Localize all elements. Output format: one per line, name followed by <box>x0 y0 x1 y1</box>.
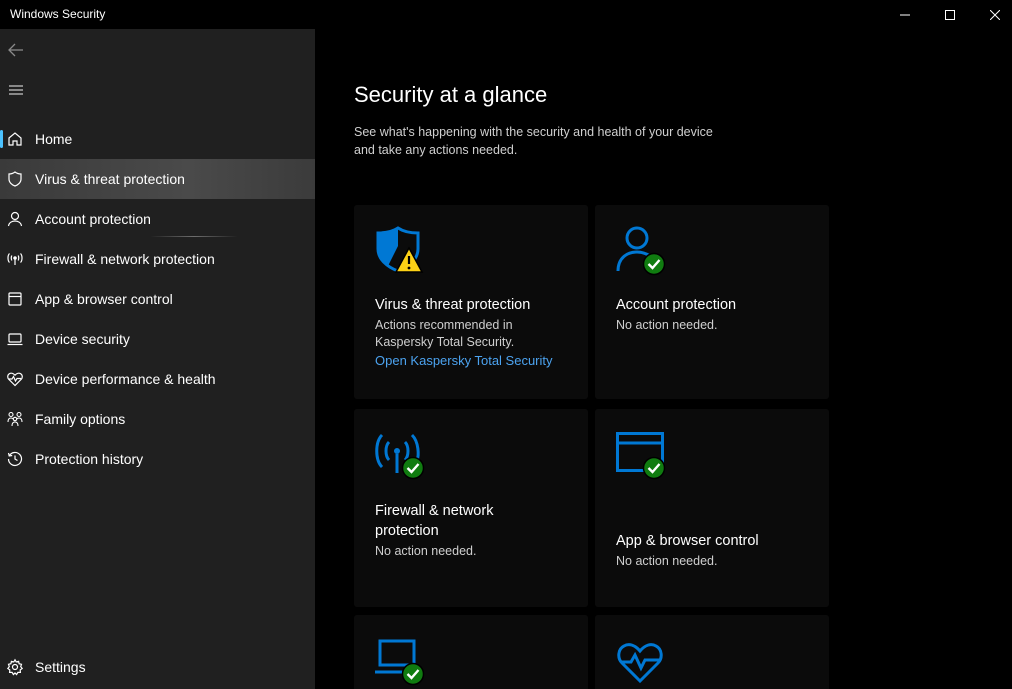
page-subtitle-line: and take any actions needed. <box>354 143 518 157</box>
card-virus-threat-protection[interactable]: Virus & threat protection Actions recomm… <box>354 205 588 399</box>
person-check-icon <box>616 226 666 276</box>
close-icon <box>990 9 1000 20</box>
sidebar-item-label: Device security <box>35 331 130 347</box>
card-device-security[interactable] <box>354 615 588 689</box>
app-window-icon <box>8 292 22 306</box>
heart-pulse-icon <box>617 643 663 684</box>
sidebar-item-app-browser-control[interactable]: App & browser control <box>0 279 315 319</box>
home-icon <box>8 132 22 146</box>
main-content: Security at a glance See what's happenin… <box>315 29 1012 689</box>
card-title: Virus & threat protection <box>375 297 531 313</box>
shield-warning-icon <box>376 226 424 273</box>
sidebar-item-virus-threat-protection[interactable]: Virus & threat protection <box>0 159 315 199</box>
card-desc: No action needed. <box>616 318 718 332</box>
card-desc: Actions recommended in <box>375 318 513 332</box>
hamburger-menu-icon <box>9 85 23 95</box>
card-title: Account protection <box>616 297 737 313</box>
antenna-icon <box>7 253 23 265</box>
sidebar-item-label: Account protection <box>35 211 151 227</box>
sidebar-item-firewall-network[interactable]: Firewall & network protection <box>0 239 315 279</box>
laptop-check-icon <box>375 639 425 686</box>
back-arrow-icon <box>8 43 23 57</box>
card-desc: No action needed. <box>375 544 477 558</box>
card-title: Firewall & network <box>375 503 494 519</box>
menu-button[interactable] <box>4 78 28 102</box>
sidebar-item-device-security[interactable]: Device security <box>0 319 315 359</box>
person-icon <box>7 211 23 227</box>
card-title: protection <box>375 523 439 539</box>
window-title: Windows Security <box>10 7 106 21</box>
title-bar: Windows Security <box>0 0 1012 29</box>
open-kaspersky-link[interactable]: Open Kaspersky Total Security <box>375 353 553 368</box>
maximize-button[interactable] <box>927 0 973 29</box>
sidebar-item-label: App & browser control <box>35 291 173 307</box>
sidebar-item-label: Firewall & network protection <box>35 251 215 267</box>
page-subtitle: See what's happening with the security a… <box>354 123 754 159</box>
gear-icon <box>6 658 24 676</box>
heart-icon <box>7 372 23 387</box>
close-button[interactable] <box>972 0 1012 29</box>
back-button[interactable] <box>4 38 28 62</box>
sidebar-item-protection-history[interactable]: Protection history <box>0 439 315 479</box>
history-icon <box>7 451 23 467</box>
sidebar-item-family-options[interactable]: Family options <box>0 399 315 439</box>
sidebar-item-label: Device performance & health <box>35 371 216 387</box>
page-title: Security at a glance <box>354 82 548 107</box>
card-firewall-network-protection[interactable]: Firewall & network protection No action … <box>354 409 588 607</box>
sidebar-item-label: Protection history <box>35 451 144 467</box>
minimize-icon <box>900 14 910 15</box>
page-subtitle-line: See what's happening with the security a… <box>354 125 713 139</box>
app-window-check-icon <box>616 432 666 480</box>
card-desc: No action needed. <box>616 554 718 568</box>
card-title: App & browser control <box>616 533 759 549</box>
antenna-check-icon <box>375 433 425 480</box>
divider <box>150 236 238 237</box>
maximize-icon <box>945 9 955 20</box>
laptop-icon <box>7 333 23 346</box>
shield-icon <box>8 171 22 187</box>
sidebar-item-home[interactable]: Home <box>0 119 315 159</box>
sidebar: Home Virus & threat protection Account p… <box>0 29 315 689</box>
card-app-browser-control[interactable]: App & browser control No action needed. <box>595 409 829 607</box>
sidebar-item-settings[interactable]: Settings <box>0 647 315 687</box>
sidebar-item-device-performance-health[interactable]: Device performance & health <box>0 359 315 399</box>
family-icon <box>7 411 23 427</box>
sidebar-item-account-protection[interactable]: Account protection <box>0 199 315 239</box>
minimize-button[interactable] <box>882 0 928 29</box>
sidebar-item-label: Home <box>35 131 73 147</box>
card-desc: Kaspersky Total Security. <box>375 335 515 349</box>
sidebar-item-label: Settings <box>35 659 86 675</box>
sidebar-item-label: Family options <box>35 411 126 427</box>
card-account-protection[interactable]: Account protection No action needed. <box>595 205 829 399</box>
sidebar-item-label: Virus & threat protection <box>35 171 185 187</box>
card-device-performance-health[interactable] <box>595 615 829 689</box>
